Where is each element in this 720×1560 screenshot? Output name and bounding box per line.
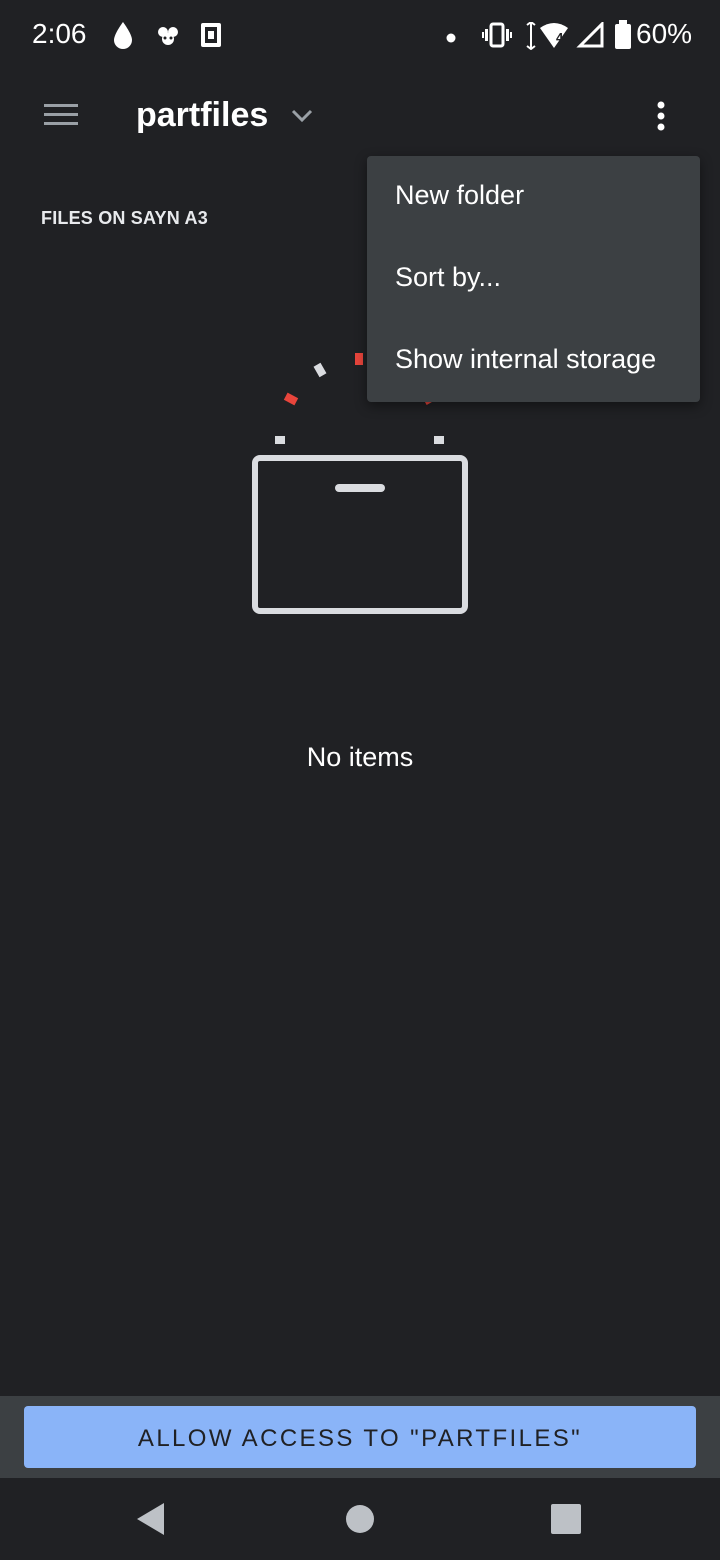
navigation-bar xyxy=(0,1478,720,1560)
menu-item-label: Sort by... xyxy=(395,262,502,292)
overflow-menu: New folder Sort by... Show internal stor… xyxy=(367,156,700,402)
back-icon[interactable] xyxy=(136,1502,166,1541)
vibrate-icon xyxy=(482,22,512,53)
chevron-down-icon[interactable] xyxy=(290,108,314,129)
section-header: FILES ON SAYN A3 xyxy=(41,208,208,228)
hamburger-menu-icon[interactable] xyxy=(44,102,78,133)
status-bar: 2:06 4 60% xyxy=(0,0,720,72)
battery-icon xyxy=(614,20,632,55)
dot-icon xyxy=(446,30,456,48)
app-icon xyxy=(200,22,222,53)
game-icon xyxy=(156,24,180,53)
menu-item-label: New folder xyxy=(395,180,525,210)
menu-item-sort-by[interactable]: Sort by... xyxy=(367,238,700,320)
more-vert-icon[interactable] xyxy=(654,100,668,139)
allow-access-button[interactable]: ALLOW ACCESS TO "PARTFILES" xyxy=(24,1406,696,1468)
network-badge: 4 xyxy=(556,30,564,45)
allow-access-label: ALLOW ACCESS TO "PARTFILES" xyxy=(137,1425,583,1452)
status-time: 2:06 xyxy=(32,18,87,49)
battery-percent: 60% xyxy=(636,18,693,49)
empty-state-text: No items xyxy=(306,742,414,772)
drop-icon xyxy=(112,20,134,55)
recents-icon[interactable] xyxy=(551,1504,581,1539)
bottom-action-bar: ALLOW ACCESS TO "PARTFILES" xyxy=(0,1396,720,1478)
home-icon[interactable] xyxy=(345,1504,375,1539)
menu-item-new-folder[interactable]: New folder xyxy=(367,156,700,238)
page-title[interactable]: partfiles xyxy=(136,96,268,135)
signal-icon xyxy=(576,20,604,53)
menu-item-show-internal-storage[interactable]: Show internal storage xyxy=(367,320,700,402)
menu-item-label: Show internal storage xyxy=(395,344,657,374)
app-bar: partfiles xyxy=(0,72,720,162)
